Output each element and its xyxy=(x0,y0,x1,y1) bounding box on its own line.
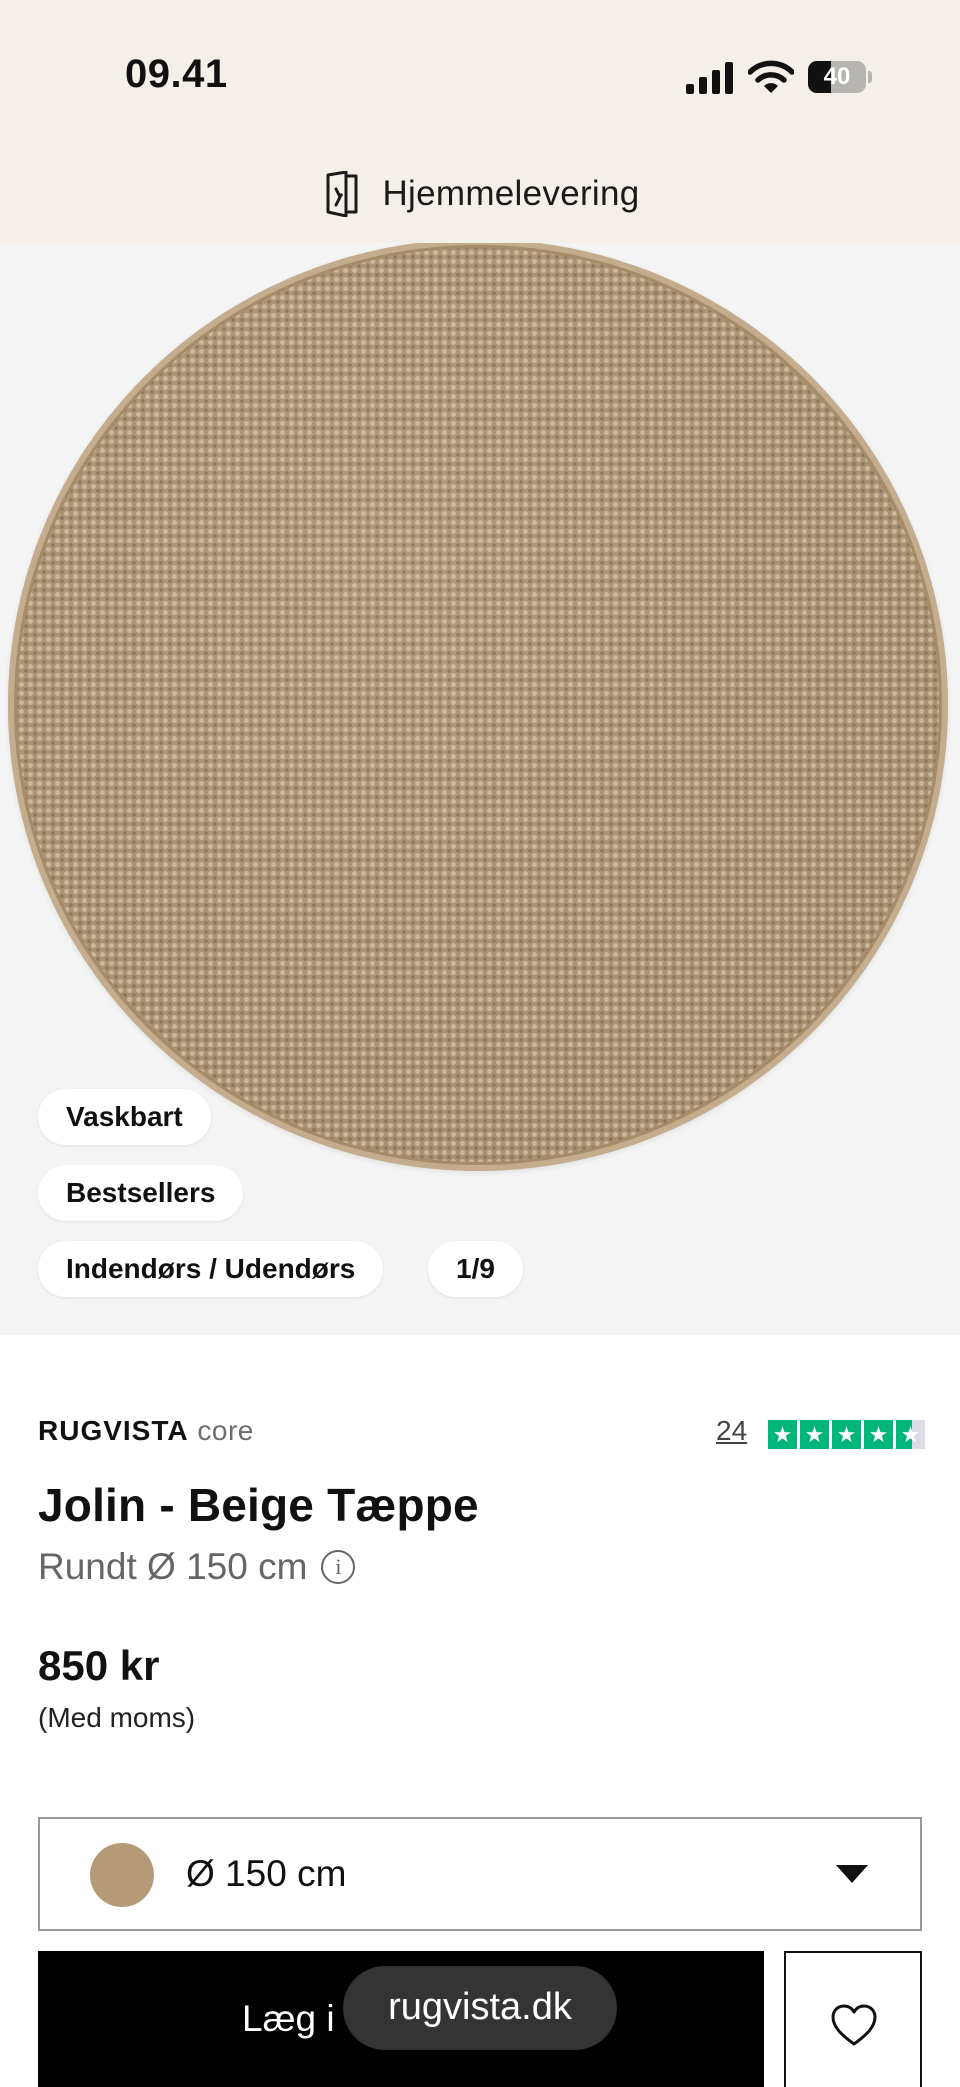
brand-line: core xyxy=(197,1415,254,1446)
size-select[interactable]: Ø 150 cm xyxy=(38,1817,922,1931)
heart-icon xyxy=(831,2004,877,2046)
brand-row: RUGVISTA core 24 ★ ★ ★ ★ ★ xyxy=(38,1415,925,1455)
status-icons: 40 xyxy=(686,58,876,98)
chevron-down-icon xyxy=(836,1865,868,1883)
info-icon[interactable]: i xyxy=(321,1550,356,1584)
product-image-gallery[interactable]: Vaskbart Bestsellers Indendørs / Udendør… xyxy=(0,243,960,1335)
size-select-value: Ø 150 cm xyxy=(186,1853,347,1894)
star-icon: ★ xyxy=(864,1420,893,1449)
home-delivery-text: Hjemmelevering xyxy=(382,174,640,213)
browser-address-pill[interactable]: rugvista.dk xyxy=(343,1966,617,2050)
favorite-button[interactable] xyxy=(784,1951,922,2087)
battery-icon: 40 xyxy=(808,61,872,93)
add-to-cart-label: Læg i xyxy=(242,1998,335,2039)
product-title: Jolin - Beige Tæppe xyxy=(38,1479,479,1531)
trustpilot-rating[interactable]: ★ ★ ★ ★ ★ xyxy=(768,1420,925,1449)
product-size-line: Rundt Ø 150 cm i xyxy=(38,1546,356,1588)
browser-url: rugvista.dk xyxy=(388,1986,572,2028)
battery-percentage: 40 xyxy=(823,63,851,90)
top-header: 09.41 40 Hjemmelevering xyxy=(0,0,960,243)
product-price: 850 kr xyxy=(38,1642,160,1689)
color-swatch xyxy=(90,1843,154,1907)
product-image[interactable] xyxy=(8,243,948,1171)
badge-indoor-outdoor: Indendørs / Udendørs xyxy=(38,1241,384,1297)
brand-name: RUGVISTA core xyxy=(38,1415,254,1447)
vat-note: (Med moms) xyxy=(38,1702,196,1733)
home-delivery-banner[interactable]: Hjemmelevering xyxy=(0,166,960,222)
badge-bestsellers: Bestsellers xyxy=(38,1165,244,1221)
star-icon: ★ xyxy=(800,1420,829,1449)
door-icon xyxy=(326,171,358,217)
cellular-signal-icon xyxy=(686,62,733,94)
half-star-icon: ★ xyxy=(896,1420,925,1449)
star-icon: ★ xyxy=(832,1420,861,1449)
badge-washable: Vaskbart xyxy=(38,1089,211,1145)
brand-label: RUGVISTA xyxy=(38,1415,189,1446)
image-counter: 1/9 xyxy=(428,1241,523,1297)
review-count-link[interactable]: 24 xyxy=(716,1415,747,1447)
status-time: 09.41 xyxy=(125,52,228,96)
star-icon: ★ xyxy=(768,1420,797,1449)
product-size-text: Rundt Ø 150 cm xyxy=(38,1546,308,1587)
wifi-icon xyxy=(748,60,794,93)
